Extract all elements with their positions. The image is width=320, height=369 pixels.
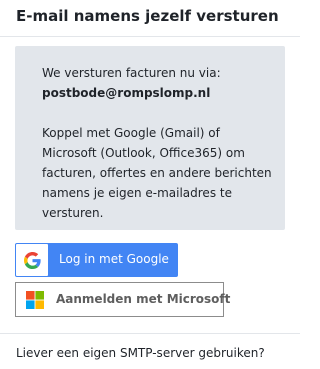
smtp-server-link[interactable]: Liever een eigen SMTP-server gebruiken? [16, 346, 265, 360]
header: E-mail namens jezelf versturen [0, 0, 300, 36]
info-line-3: facturen, offertes en andere berichten [42, 166, 272, 180]
google-icon-tile [16, 244, 48, 276]
google-login-button[interactable]: Log in met Google [15, 243, 178, 277]
google-g-icon [24, 252, 41, 269]
email-settings-panel: E-mail namens jezelf versturen We verstu… [0, 0, 300, 369]
footer-divider [0, 333, 300, 334]
microsoft-logo-icon [26, 291, 44, 309]
page-title: E-mail namens jezelf versturen [16, 7, 279, 25]
microsoft-login-label: Aanmelden met Microsoft [56, 292, 231, 306]
info-line-2: Microsoft (Outlook, Office365) om [42, 146, 245, 160]
info-box: We versturen facturen nu via: postbode@r… [15, 46, 285, 230]
microsoft-login-button[interactable]: Aanmelden met Microsoft [15, 282, 230, 317]
info-line-1: Koppel met Google (Gmail) of [42, 126, 220, 140]
info-line-5: versturen. [42, 206, 104, 220]
info-intro: We versturen facturen nu via: [42, 66, 221, 80]
sender-address: postbode@rompslomp.nl [42, 86, 211, 100]
header-divider [0, 36, 300, 37]
info-line-4: namens je eigen e-mailadres te [42, 186, 232, 200]
google-login-label: Log in met Google [59, 252, 169, 266]
